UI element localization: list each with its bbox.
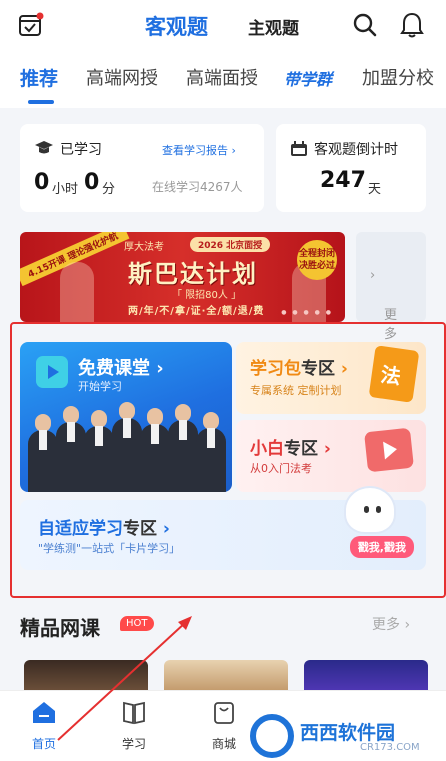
nav-home[interactable]: 首页 — [14, 699, 74, 752]
teacher-figure — [168, 404, 198, 492]
banner-more-label: 更多 › — [370, 268, 398, 342]
adaptive-learning-card[interactable]: 自适应学习专区 › "学练测"一站式「卡片学习」 戳我,戳我 — [20, 486, 426, 570]
countdown-unit: 天 — [368, 182, 382, 197]
banner-more-button[interactable]: 更多 › — [356, 232, 426, 342]
adaptive-title: 自适应学习专区 › — [38, 519, 170, 539]
study-minutes-unit: 分 — [102, 182, 116, 197]
calendar-icon — [291, 141, 307, 156]
video-play-icon — [364, 427, 414, 473]
poke-me-button[interactable]: 戳我,戳我 — [349, 536, 414, 558]
tab-premium-offline[interactable]: 高端面授 — [186, 64, 258, 90]
tab-underline — [28, 100, 54, 104]
teacher-figure — [140, 408, 170, 492]
banner-stamp: 全程封闭 决胜必过 — [297, 240, 337, 280]
teacher-figure — [28, 414, 58, 492]
countdown-days: 247 — [320, 168, 366, 193]
study-pack-card[interactable]: 学习包专区 › 专属系统 定制计划 法 — [236, 342, 426, 414]
free-class-card[interactable]: 免费课堂 › 开始学习 — [20, 342, 232, 492]
shop-icon — [214, 702, 234, 724]
study-pack-title: 学习包专区 › — [250, 359, 348, 379]
nav-study-label: 学习 — [121, 737, 146, 751]
premium-more-link[interactable]: 更多 › — [372, 614, 410, 634]
study-hours: 0 — [34, 170, 50, 195]
banner-headline: 斯巴达计划 — [128, 260, 258, 288]
free-class-title: 免费课堂 › — [78, 358, 164, 379]
nav-study[interactable]: 学习 — [104, 699, 164, 752]
study-report-link[interactable]: 查看学习报告 › — [162, 142, 236, 158]
watermark-text: 西西软件园 — [300, 722, 396, 744]
study-label: 已学习 — [60, 142, 102, 158]
watermark-logo: 西西软件园 CR173.COM — [250, 714, 446, 758]
home-icon — [33, 702, 55, 723]
newbie-card[interactable]: 小白专区 › 从0入门法考 — [236, 420, 426, 492]
study-minutes: 0 — [84, 170, 100, 195]
nav-home-label: 首页 — [31, 737, 56, 751]
category-tabs: 推荐 高端网授 高端面授 带学群 加盟分校 — [0, 52, 446, 108]
study-hours-unit: 小时 — [52, 182, 79, 197]
premium-courses-title: 精品网课 — [20, 616, 100, 640]
countdown-label: 客观题倒计时 — [314, 142, 398, 158]
tab-subjective[interactable]: 主观题 — [248, 14, 299, 39]
tab-objective[interactable]: 客观题 — [145, 11, 208, 41]
teacher-figure — [196, 412, 226, 492]
banner-quota: 「 限招80人 」 — [172, 290, 242, 301]
watermark-url: CR173.COM — [360, 742, 420, 753]
mascot-icon — [344, 486, 396, 534]
online-count: 在线学习4267人 — [152, 180, 243, 194]
countdown-card: 客观题倒计时 247 天 — [276, 124, 426, 212]
calendar-check-icon[interactable] — [18, 12, 44, 38]
promo-banner[interactable]: 4.15开课 理论强化护航 厚大法考 2026 北京面授 斯巴达计划 「 限招8… — [20, 232, 345, 322]
banner-tagline: 两/年/不/拿/证·全/额/退/费 — [128, 306, 265, 317]
tab-recommend[interactable]: 推荐 — [20, 64, 58, 91]
law-book-icon: 法 — [368, 345, 420, 403]
play-icon — [36, 356, 68, 388]
watermark-ring-icon — [250, 714, 294, 758]
banner-brand: 厚大法考 — [124, 242, 164, 253]
free-class-subtitle: 开始学习 — [78, 380, 122, 393]
study-pack-subtitle: 专属系统 定制计划 — [250, 384, 342, 397]
bell-icon[interactable] — [399, 11, 425, 39]
adaptive-subtitle: "学练测"一站式「卡片学习」 — [38, 542, 181, 555]
top-header: 客观题 主观题 — [0, 0, 446, 52]
tab-premium-online[interactable]: 高端网授 — [86, 64, 158, 90]
teacher-figure — [84, 410, 114, 492]
study-stats-card: 已学习 查看学习报告 › 0 小时 0 分 在线学习4267人 — [20, 124, 264, 212]
teacher-figure — [56, 406, 86, 492]
nav-shop[interactable]: 商城 — [194, 699, 254, 752]
graduation-cap-icon — [35, 141, 53, 154]
tab-study-group[interactable]: 带学群 — [284, 66, 332, 90]
banner-year-tag: 2026 北京面授 — [190, 237, 271, 252]
tab-franchise[interactable]: 加盟分校 — [362, 64, 434, 90]
carousel-dots: ● ● ● ● ● — [281, 309, 333, 316]
newbie-subtitle: 从0入门法考 — [250, 462, 312, 475]
newbie-title: 小白专区 › — [250, 439, 331, 459]
hot-badge: HOT — [120, 616, 154, 631]
search-icon[interactable] — [352, 12, 378, 38]
teacher-figure — [112, 402, 142, 492]
banner-figure — [60, 262, 94, 322]
nav-shop-label: 商城 — [211, 737, 236, 751]
book-icon — [123, 701, 145, 725]
